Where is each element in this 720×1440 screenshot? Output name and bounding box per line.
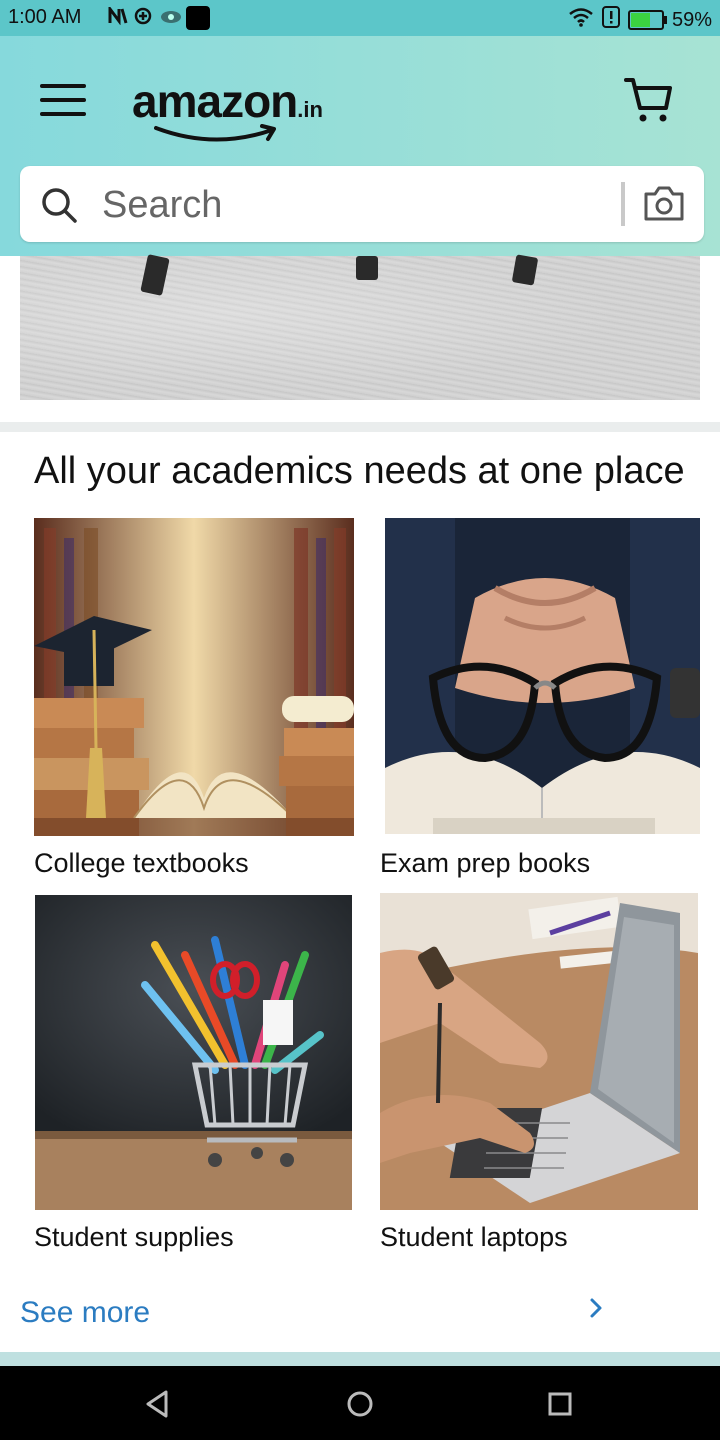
search-icon[interactable] <box>40 186 78 224</box>
tile-label: Student laptops <box>380 1222 568 1252</box>
logo-text: amazon <box>132 75 298 127</box>
hamburger-menu-icon[interactable] <box>40 84 86 118</box>
battery-fill <box>630 13 650 27</box>
battery-charging-icon <box>627 10 667 30</box>
see-more-link[interactable]: See more <box>20 1296 150 1330</box>
search-bar[interactable] <box>20 166 704 242</box>
status-bar: 1:00 AM 59% <box>0 0 720 36</box>
tile-label: Student supplies <box>34 1222 234 1252</box>
pen-image <box>511 254 539 286</box>
eye-icon <box>160 8 181 29</box>
battery-tip <box>663 16 667 24</box>
status-system-icons: 59% <box>568 6 712 34</box>
promo-banner-image[interactable] <box>20 254 700 400</box>
glasses-on-open-book-image[interactable] <box>385 518 700 834</box>
tile-label: College textbooks <box>34 848 249 878</box>
promo-banner-card[interactable] <box>4 254 716 424</box>
hands-typing-laptop-image[interactable] <box>380 893 698 1210</box>
section-bottom-divider <box>0 1352 720 1366</box>
section-title: All your academics needs at one place <box>34 450 685 492</box>
app-notification-icon <box>134 7 154 30</box>
tile-student-laptops[interactable]: Student laptops <box>380 893 698 1265</box>
camera-icon[interactable] <box>642 186 686 222</box>
stationery-cart-image[interactable] <box>35 895 352 1210</box>
pen-image <box>356 256 378 280</box>
logo-smile-icon <box>154 124 276 142</box>
books-and-graduation-cap-image[interactable] <box>34 518 354 836</box>
home-circle-icon[interactable] <box>342 1386 378 1422</box>
pen-image <box>140 254 170 296</box>
battery-percent: 59% <box>671 8 712 31</box>
section-separator <box>0 422 720 432</box>
back-triangle-icon[interactable] <box>140 1386 176 1422</box>
search-divider <box>621 182 625 226</box>
chevron-right-icon[interactable] <box>584 1294 608 1322</box>
status-notification-icons <box>108 4 210 30</box>
n-notification-icon <box>108 4 128 30</box>
recents-square-icon[interactable] <box>542 1386 578 1422</box>
tile-exam-prep-books[interactable]: Exam prep books <box>380 518 700 888</box>
app-header: amazon.in <box>0 36 720 256</box>
wifi-icon <box>568 7 594 33</box>
logo-suffix: .in <box>297 97 323 122</box>
tile-student-supplies[interactable]: Student supplies <box>34 895 352 1265</box>
amazon-logo[interactable]: amazon.in <box>132 74 352 144</box>
tile-college-textbooks[interactable]: College textbooks <box>34 518 354 888</box>
academics-section: All your academics needs at one place Co… <box>0 432 720 1352</box>
search-input[interactable] <box>100 178 604 232</box>
black-square-icon <box>186 6 210 30</box>
status-time: 1:00 AM <box>8 6 82 28</box>
alert-icon <box>601 6 620 34</box>
system-navigation-bar <box>0 1366 720 1440</box>
cart-icon[interactable] <box>622 74 674 126</box>
tile-label: Exam prep books <box>380 848 591 878</box>
